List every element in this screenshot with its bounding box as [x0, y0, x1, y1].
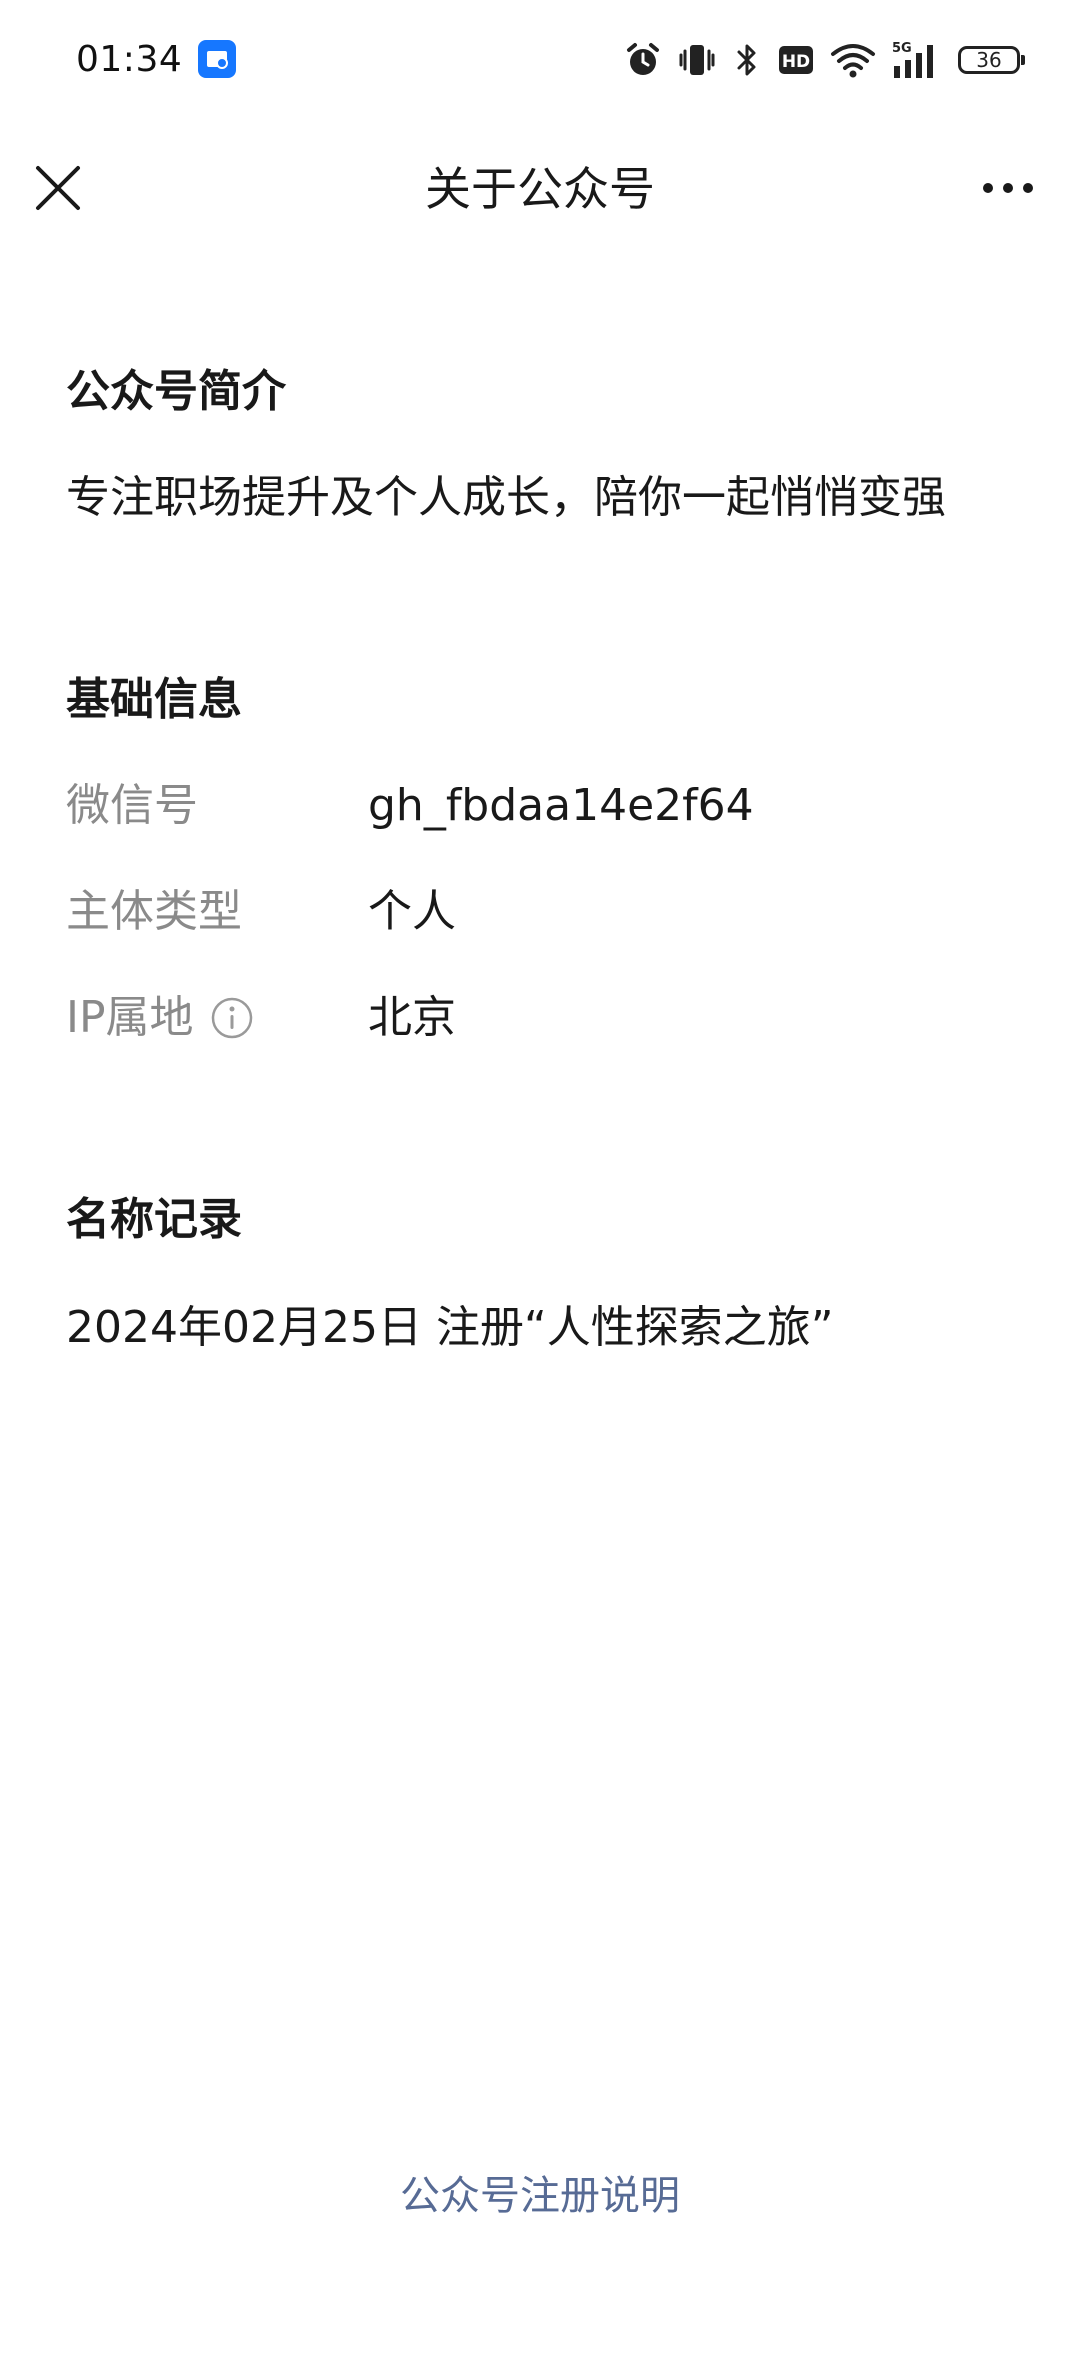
- info-value-entity-type: 个人: [368, 886, 456, 937]
- more-dots-icon: [983, 183, 1033, 193]
- intro-section-title: 公众号简介: [66, 366, 286, 417]
- more-button[interactable]: [976, 168, 1040, 208]
- info-label-text: 微信号: [66, 780, 198, 831]
- info-value-ip-location: 北京: [368, 992, 456, 1043]
- info-label-text: 主体类型: [66, 886, 242, 937]
- bluetooth-icon: [732, 41, 762, 79]
- vibrate-icon: [678, 41, 716, 79]
- nav-bar: 关于公众号: [0, 130, 1080, 246]
- info-label-text: IP属地: [66, 992, 194, 1043]
- info-label-ip-location: IP属地: [66, 990, 254, 1046]
- name-record-entry: 2024年02月25日 注册“人性探索之旅”: [66, 1302, 834, 1353]
- app-notification-icon: [198, 40, 236, 78]
- hd-label: HD: [782, 52, 810, 72]
- signal-5g-icon: 5G: [892, 40, 942, 80]
- battery-icon: 36: [958, 46, 1025, 74]
- wifi-icon: [830, 41, 876, 79]
- basic-info-section-title: 基础信息: [66, 674, 242, 725]
- name-record-section-title: 名称记录: [66, 1194, 242, 1245]
- info-value-wechat-id: gh_fbdaa14e2f64: [368, 780, 754, 831]
- hd-icon: HD: [778, 44, 814, 76]
- status-icons: HD 5G 36: [624, 38, 1025, 82]
- status-bar: 01:34 HD 5G 36: [0, 0, 1080, 120]
- info-label-entity-type: 主体类型: [66, 884, 242, 940]
- status-time: 01:34: [76, 39, 183, 80]
- page-title: 关于公众号: [425, 162, 655, 216]
- network-label: 5G: [892, 41, 912, 56]
- info-label-wechat-id: 微信号: [66, 778, 198, 834]
- info-icon[interactable]: [210, 996, 254, 1040]
- alarm-icon: [624, 41, 662, 79]
- registration-info-link[interactable]: 公众号注册说明: [0, 2170, 1080, 2222]
- intro-text: 专注职场提升及个人成长，陪你一起悄悄变强: [66, 472, 946, 523]
